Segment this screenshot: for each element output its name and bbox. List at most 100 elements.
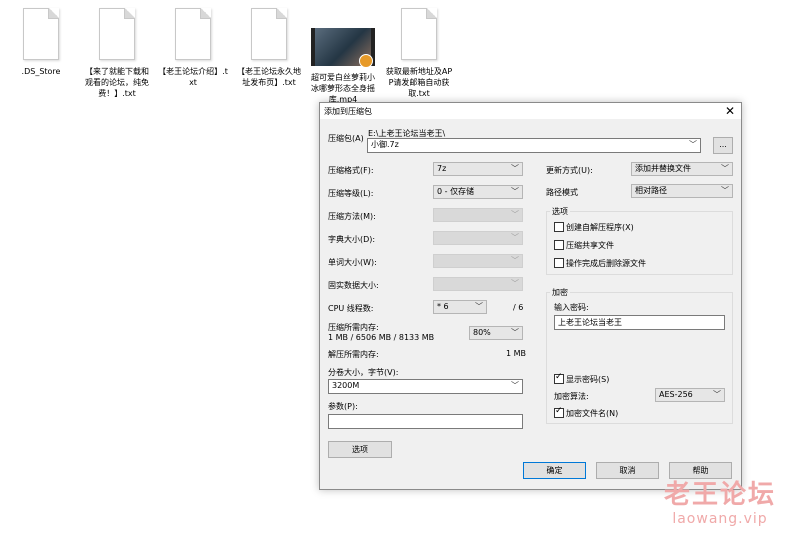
desktop-file-txt-4[interactable]: 获取最新地址及APP请发邮箱自动获取.txt	[384, 8, 454, 99]
cpu-label: CPU 线程数:	[328, 304, 374, 313]
format-select[interactable]: 7z ﹀	[433, 162, 523, 176]
chevron-down-icon: ﹀	[511, 187, 519, 196]
encryption-group-title: 加密	[550, 287, 570, 298]
options-button[interactable]: 选项	[328, 441, 392, 458]
level-select[interactable]: 0 - 仅存储 ﹀	[433, 185, 523, 199]
solid-label: 固实数据大小:	[328, 281, 379, 290]
chevron-down-icon: ﹀	[511, 279, 519, 288]
chevron-down-icon: ﹀	[689, 140, 697, 149]
path-mode-value: 相对路径	[635, 186, 667, 195]
shared-files-checkbox[interactable]: 压缩共享文件	[554, 240, 614, 251]
checkbox-box	[554, 222, 564, 232]
encryption-method-label: 加密算法:	[554, 392, 589, 401]
update-mode-value: 添加并替换文件	[635, 164, 691, 173]
video-thumbnail-icon	[311, 28, 375, 68]
chevron-down-icon: ﹀	[721, 164, 729, 173]
checkbox-box	[554, 240, 564, 250]
desktop-file-video[interactable]: 超可爱白丝萝莉小冰哪萝形态全身摇库.mp4	[308, 8, 378, 105]
mem-percent-select[interactable]: 80% ﹀	[469, 326, 523, 340]
mem-compress-detail: 1 MB / 6506 MB / 8133 MB	[328, 333, 435, 342]
ok-button[interactable]: 确定	[523, 462, 586, 479]
cpu-value: * 6	[437, 302, 449, 311]
sfx-checkbox[interactable]: 创建自解压程序(X)	[554, 222, 634, 233]
word-label: 单词大小(W):	[328, 258, 377, 267]
level-label: 压缩等级(L):	[328, 189, 374, 198]
format-label: 压缩格式(F):	[328, 166, 374, 175]
chevron-down-icon: ﹀	[475, 302, 483, 311]
cpu-max: / 6	[513, 303, 524, 312]
format-value: 7z	[437, 164, 447, 173]
add-to-archive-dialog: 添加到压缩包 ✕ 压缩包(A) E:\上老王论坛当老王\ 小御.7z ﹀ ...…	[319, 102, 742, 490]
sfx-label: 创建自解压程序(X)	[566, 223, 634, 232]
path-mode-select[interactable]: 相对路径 ﹀	[631, 184, 733, 198]
title-bar[interactable]: 添加到压缩包 ✕	[320, 103, 741, 119]
chevron-down-icon: ﹀	[721, 186, 729, 195]
file-name: 【来了就能下载和观看的论坛，纯免费！】.txt	[85, 67, 149, 98]
archive-name-combo[interactable]: 小御.7z ﹀	[367, 138, 701, 153]
watermark-url: laowang.vip	[672, 511, 768, 527]
encryption-method-select[interactable]: AES-256 ﹀	[655, 388, 725, 402]
dict-select: ﹀	[433, 231, 523, 245]
path-mode-label: 路径模式	[546, 188, 578, 197]
password-input[interactable]: 上老王论坛当老王	[554, 315, 725, 330]
desktop-file-txt-1[interactable]: 【来了就能下载和观看的论坛，纯免费！】.txt	[82, 8, 152, 99]
chevron-down-icon: ﹀	[511, 381, 519, 390]
password-label: 输入密码:	[554, 303, 589, 312]
solid-select: ﹀	[433, 277, 523, 291]
document-icon	[401, 8, 437, 60]
params-label: 参数(P):	[328, 402, 358, 411]
desktop-file-txt-3[interactable]: 【老王论坛永久地址发布页】.txt	[234, 8, 304, 88]
cancel-button[interactable]: 取消	[596, 462, 659, 479]
file-name: 获取最新地址及APP请发邮箱自动获取.txt	[385, 67, 453, 98]
mem-percent-value: 80%	[473, 328, 491, 337]
close-button[interactable]: ✕	[721, 103, 739, 119]
encrypt-names-checkbox[interactable]: 加密文件名(N)	[554, 406, 619, 419]
play-icon	[359, 54, 373, 68]
show-password-label: 显示密码(S)	[566, 375, 610, 384]
word-select: ﹀	[433, 254, 523, 268]
delete-source-checkbox[interactable]: 操作完成后删除源文件	[554, 258, 646, 269]
chevron-down-icon: ﹀	[713, 390, 721, 399]
file-name: .DS_Store	[21, 67, 61, 76]
desktop-file-txt-2[interactable]: 【老王论坛介绍】.txt	[158, 8, 228, 88]
chevron-down-icon: ﹀	[511, 164, 519, 173]
volume-combo[interactable]: 3200M ﹀	[328, 379, 523, 394]
checkbox-checked	[554, 372, 564, 384]
chevron-down-icon: ﹀	[511, 328, 519, 337]
file-name: 【老王论坛介绍】.txt	[158, 67, 228, 87]
document-icon	[99, 8, 135, 60]
mem-compress-label: 压缩所需内存:	[328, 323, 379, 332]
encrypt-names-label: 加密文件名(N)	[566, 409, 619, 418]
update-mode-select[interactable]: 添加并替换文件 ﹀	[631, 162, 733, 176]
method-select: ﹀	[433, 208, 523, 222]
file-name: 【老王论坛永久地址发布页】.txt	[237, 67, 301, 87]
file-name: 超可爱白丝萝莉小冰哪萝形态全身摇库.mp4	[311, 73, 375, 104]
archive-label: 压缩包(A)	[328, 134, 364, 143]
desktop-file-ds-store[interactable]: .DS_Store	[6, 8, 76, 77]
document-icon	[251, 8, 287, 60]
method-label: 压缩方法(M):	[328, 212, 376, 221]
chevron-down-icon: ﹀	[511, 233, 519, 242]
volume-value: 3200M	[332, 381, 360, 390]
volume-label: 分卷大小，字节(V):	[328, 368, 399, 377]
document-icon	[175, 8, 211, 60]
options-group-title: 选项	[550, 206, 570, 217]
document-icon	[23, 8, 59, 60]
shared-files-label: 压缩共享文件	[566, 241, 614, 250]
browse-button[interactable]: ...	[713, 137, 733, 154]
help-button[interactable]: 帮助	[669, 462, 732, 479]
checkbox-checked	[554, 406, 564, 418]
archive-name-value: 小御.7z	[371, 140, 399, 149]
delete-source-label: 操作完成后删除源文件	[566, 259, 646, 268]
dict-label: 字典大小(D):	[328, 235, 376, 244]
chevron-down-icon: ﹀	[511, 256, 519, 265]
dialog-title: 添加到压缩包	[324, 107, 372, 116]
level-value: 0 - 仅存储	[437, 187, 475, 196]
watermark-title: 老王论坛	[663, 480, 776, 510]
show-password-checkbox[interactable]: 显示密码(S)	[554, 372, 610, 385]
cpu-select[interactable]: * 6 ﹀	[433, 300, 487, 314]
params-input[interactable]	[328, 414, 523, 429]
update-mode-label: 更新方式(U):	[546, 166, 593, 175]
checkbox-box	[554, 258, 564, 268]
chevron-down-icon: ﹀	[511, 210, 519, 219]
